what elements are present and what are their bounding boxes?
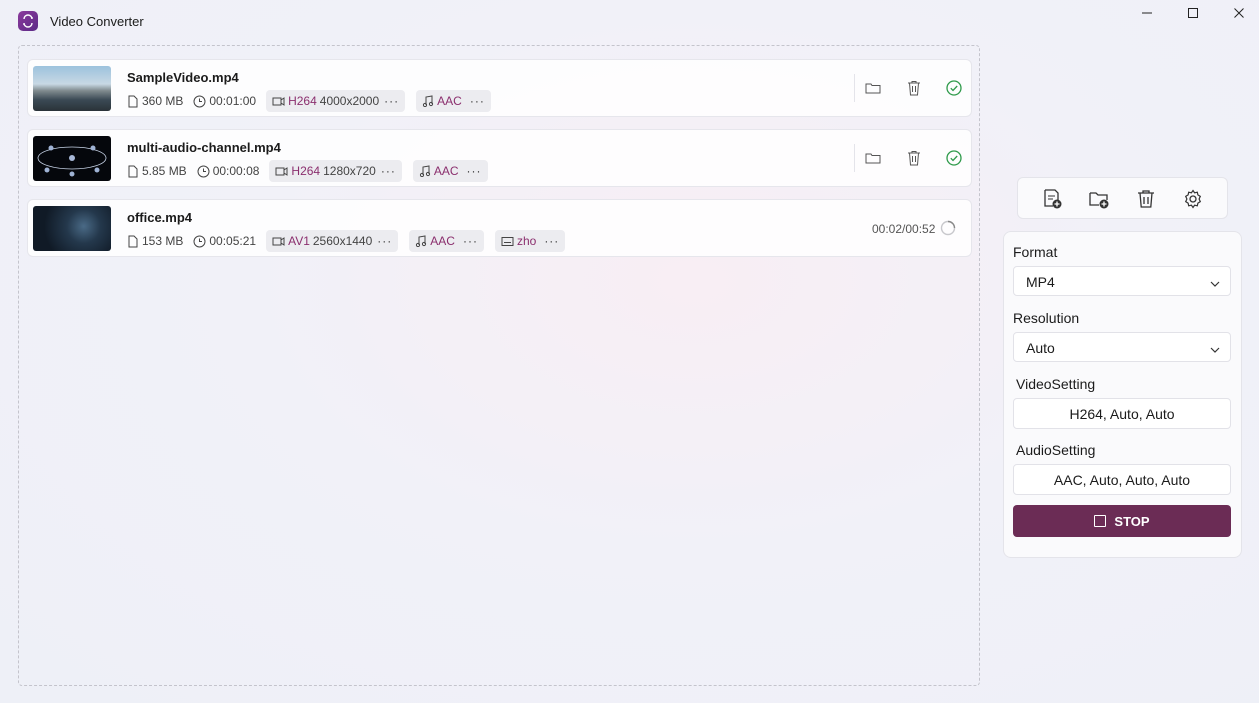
file-size: 5.85 MB (142, 164, 187, 178)
file-name: SampleVideo.mp4 (127, 70, 239, 85)
video-stream-pill[interactable]: H264 4000x2000 ··· (266, 90, 406, 112)
audio-stream-pill[interactable]: AAC ··· (412, 160, 488, 182)
video-thumbnail (33, 136, 111, 181)
format-select[interactable]: MP4 (1013, 266, 1231, 296)
clock-icon (197, 165, 210, 178)
audio-stream-pill[interactable]: AAC ··· (416, 90, 491, 112)
file-duration: 00:00:08 (212, 164, 260, 178)
resolution-value: Auto (1026, 340, 1055, 356)
resolution-label: Resolution (1013, 310, 1080, 326)
more-icon[interactable]: ··· (470, 94, 485, 108)
more-icon[interactable]: ··· (381, 164, 396, 178)
music-note-icon (422, 95, 434, 107)
add-folder-icon[interactable] (1087, 187, 1111, 211)
more-icon[interactable]: ··· (463, 234, 478, 248)
more-icon[interactable]: ··· (384, 94, 399, 108)
file-duration: 00:05:21 (209, 234, 257, 248)
more-icon[interactable]: ··· (544, 234, 559, 248)
video-resolution: 4000x2000 (319, 94, 380, 108)
video-thumbnail (33, 66, 111, 111)
file-meta: 153 MB 00:05:21 AV1 2560x1440 ··· AAC ··· z… (127, 230, 576, 252)
video-codec: H264 (291, 164, 321, 178)
resolution-select[interactable]: Auto (1013, 332, 1231, 362)
subtitle-stream-pill[interactable]: zho ··· (494, 230, 566, 252)
done-check-icon (944, 78, 964, 98)
video-camera-icon (272, 236, 285, 247)
audio-setting-label: AudioSetting (1016, 442, 1096, 458)
video-camera-icon (275, 166, 288, 177)
divider (854, 74, 855, 102)
file-icon (127, 165, 139, 178)
loading-spinner-icon (938, 218, 958, 238)
stop-button[interactable]: STOP (1013, 505, 1231, 537)
open-folder-icon[interactable] (863, 148, 883, 168)
file-meta: 5.85 MB 00:00:08 H264 1280x720 ··· AAC ··· (127, 160, 499, 182)
stop-label: STOP (1114, 513, 1150, 529)
clock-icon (193, 95, 206, 108)
music-note-icon (415, 235, 427, 247)
stop-square-icon (1094, 515, 1107, 527)
video-resolution: 2560x1440 (312, 234, 373, 248)
delete-icon[interactable] (904, 148, 924, 168)
subtitle-icon (501, 236, 514, 247)
file-size: 153 MB (142, 234, 184, 248)
video-thumbnail (33, 206, 111, 251)
format-value: MP4 (1026, 274, 1055, 290)
action-toolbar (1017, 177, 1228, 219)
video-setting-label: VideoSetting (1016, 376, 1096, 392)
title-bar: Video Converter (0, 0, 1259, 44)
app-logo-icon (18, 11, 38, 31)
subtitle-language: zho (516, 234, 537, 248)
file-item[interactable]: SampleVideo.mp4 360 MB 00:01:00 H264 4000… (27, 59, 972, 117)
video-codec: AV1 (288, 234, 310, 248)
video-resolution: 1280x720 (323, 164, 376, 178)
file-icon (127, 95, 139, 108)
video-stream-pill[interactable]: AV1 2560x1440 ··· (266, 230, 399, 252)
close-icon[interactable] (1216, 0, 1259, 26)
minimize-icon[interactable] (1124, 0, 1170, 26)
audio-codec: AAC (437, 94, 462, 108)
clock-icon (193, 235, 206, 248)
file-meta: 360 MB 00:01:00 H264 4000x2000 ··· AAC ··· (127, 90, 502, 112)
video-camera-icon (272, 96, 285, 107)
done-check-icon (944, 148, 964, 168)
maximize-icon[interactable] (1170, 0, 1216, 26)
music-note-icon (419, 165, 431, 177)
chevron-down-icon (1210, 276, 1220, 292)
video-codec: H264 (288, 94, 317, 108)
clear-all-icon[interactable] (1134, 187, 1158, 211)
add-file-icon[interactable] (1040, 187, 1064, 211)
delete-icon[interactable] (904, 78, 924, 98)
settings-icon[interactable] (1181, 187, 1205, 211)
file-item[interactable]: office.mp4 153 MB 00:05:21 AV1 2560x1440 ·… (27, 199, 972, 257)
audio-setting-button[interactable]: AAC, Auto, Auto, Auto (1013, 464, 1231, 495)
file-name: office.mp4 (127, 210, 193, 225)
file-name: multi-audio-channel.mp4 (127, 140, 281, 155)
audio-codec: AAC (433, 164, 459, 178)
app-title: Video Converter (50, 14, 144, 29)
more-icon[interactable]: ··· (377, 234, 392, 248)
audio-stream-pill[interactable]: AAC ··· (409, 230, 484, 252)
conversion-progress: 00:02/00:52 (872, 222, 936, 236)
audio-codec: AAC (430, 234, 455, 248)
video-setting-button[interactable]: H264, Auto, Auto (1013, 398, 1231, 429)
file-icon (127, 235, 139, 248)
divider (854, 144, 855, 172)
file-item[interactable]: multi-audio-channel.mp4 5.85 MB 00:00:08… (27, 129, 972, 187)
chevron-down-icon (1210, 342, 1220, 358)
file-size: 360 MB (142, 94, 184, 108)
video-stream-pill[interactable]: H264 1280x720 ··· (269, 160, 402, 182)
open-folder-icon[interactable] (863, 78, 883, 98)
format-label: Format (1013, 244, 1058, 260)
settings-panel: Format MP4 Resolution Auto VideoSetting … (1003, 231, 1242, 558)
more-icon[interactable]: ··· (467, 164, 482, 178)
file-duration: 00:01:00 (209, 94, 257, 108)
